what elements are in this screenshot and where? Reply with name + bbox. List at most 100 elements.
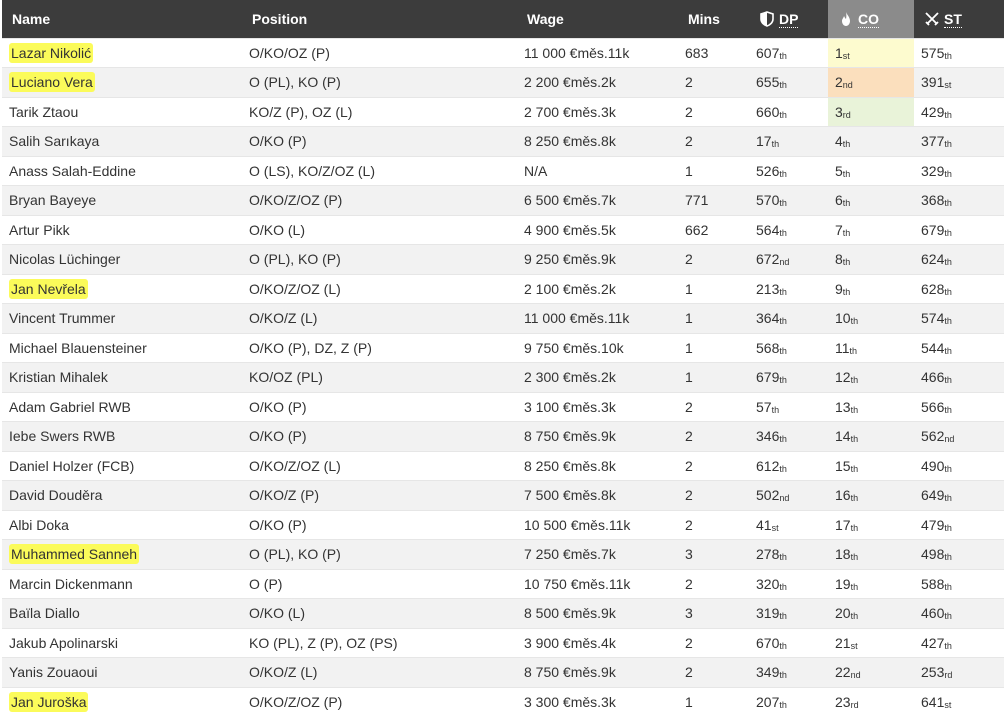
table-row[interactable]: Tarik Ztaou KO/Z (P), OZ (L) 2 700 €měs.3k… [2,96,1004,127]
cell-name[interactable]: Kristian Mihalek [2,362,242,392]
col-header-st[interactable]: ST [914,0,1004,38]
co-rank-suffix: th [850,522,859,533]
cell-name[interactable]: Nicolas Lüchinger [2,244,242,274]
player-name[interactable]: Bryan Bayeye [9,192,96,208]
cell-dp: 526th [749,155,828,186]
player-name[interactable]: Kristian Mihalek [9,369,108,385]
cell-dp: 568th [749,332,828,363]
dp-rank: 364 [756,310,780,327]
cell-name[interactable]: Jan Juroška [2,686,242,717]
table-row[interactable]: David Douděra O/KO/Z (P) 7 500 €měs.8k 2 502… [2,480,1004,510]
player-name[interactable]: Yanis Zouaoui [9,664,97,680]
table-row[interactable]: Nicolas Lüchinger O (PL), KO (P) 9 250 €mě… [2,244,1004,274]
table-row[interactable]: Anass Salah-Eddine O (LS), KO/Z/OZ (L) N/A… [2,155,1004,186]
player-name[interactable]: Nicolas Lüchinger [9,251,120,267]
cell-name[interactable]: Muhammed Sanneh [2,539,242,569]
col-header-name[interactable]: Name [2,0,242,38]
table-row[interactable]: Adam Gabriel RWB O/KO (P) 3 100 €měs.3k 2 57… [2,391,1004,422]
player-name[interactable]: Marcin Dickenmann [9,576,133,592]
player-name[interactable]: Michael Blauensteiner [9,340,147,356]
player-name[interactable]: Jakub Apolinarski [9,635,118,651]
co-rank: 3 [835,103,843,120]
player-name[interactable]: Salih Sarıkaya [9,133,99,149]
cell-name[interactable]: Vincent Trummer [2,303,242,333]
player-name[interactable]: Iebe Swers RWB [9,428,115,444]
player-name[interactable]: Anass Salah-Eddine [9,163,136,179]
cell-name[interactable]: David Douděra [2,480,242,510]
player-name[interactable]: Tarik Ztaou [9,104,78,120]
player-name[interactable]: Artur Pikk [9,222,70,238]
cell-name[interactable]: Yanis Zouaoui [2,657,242,687]
col-header-wage[interactable]: Wage [517,0,678,38]
st-rank-suffix: th [944,257,952,268]
player-name[interactable]: Muhammed Sanneh [9,544,140,565]
co-rank: 2 [835,74,843,91]
dp-rank: 526 [756,162,780,179]
cell-position: O (PL), KO (P) [242,244,517,274]
cell-name[interactable]: Marcin Dickenmann [2,568,242,599]
cell-mins: 2 [678,480,749,510]
table-row[interactable]: Daniel Holzer (FCB) O/KO/Z/OZ (L) 8 250 €m… [2,450,1004,481]
player-name[interactable]: Daniel Holzer (FCB) [9,458,134,474]
cell-name[interactable]: Baïla Diallo [2,598,242,628]
cell-name[interactable]: Artur Pikk [2,214,242,245]
co-rank: 17 [835,516,851,533]
col-header-co[interactable]: CO [828,0,914,38]
table-row[interactable]: Bryan Bayeye O/KO/Z/OZ (P) 6 500 €měs.7k 77… [2,185,1004,215]
cell-name[interactable]: Adam Gabriel RWB [2,391,242,422]
cell-co: 21st [828,627,914,658]
table-row[interactable]: Muhammed Sanneh O (PL), KO (P) 7 250 €měs.… [2,539,1004,569]
table-row[interactable]: Luciano Vera O (PL), KO (P) 2 200 €měs.2k 2… [2,67,1004,97]
player-name[interactable]: Jan Juroška [9,692,89,712]
col-header-dp[interactable]: DP [749,0,828,38]
cell-wage: 8 750 €měs.9k [517,657,678,687]
player-name[interactable]: Baïla Diallo [9,605,80,621]
col-header-mins[interactable]: Mins [678,0,749,38]
table-row[interactable]: Jan Nevřela O/KO/Z/OZ (L) 2 100 €měs.2k 1 21… [2,273,1004,304]
player-name[interactable]: Albi Doka [9,517,69,533]
table-row[interactable]: Iebe Swers RWB O/KO (P) 8 750 €měs.9k 2 346t… [2,421,1004,451]
cell-name[interactable]: Michael Blauensteiner [2,332,242,363]
player-name[interactable]: Adam Gabriel RWB [9,399,131,415]
table-row[interactable]: Lazar Nikolić O/KO/OZ (P) 11 000 €měs.11k 6… [2,37,1004,68]
st-rank: 253 [921,664,945,681]
cell-name[interactable]: Daniel Holzer (FCB) [2,450,242,481]
table-row[interactable]: Salih Sarıkaya O/KO (P) 8 250 €měs.8k 2 17th… [2,126,1004,156]
cell-name[interactable]: Lazar Nikolić [2,37,242,68]
table-row[interactable]: Vincent Trummer O/KO/Z (L) 11 000 €měs.11k… [2,303,1004,333]
table-row[interactable]: Marcin Dickenmann O (P) 10 750 €měs.11k 2 32… [2,568,1004,599]
st-rank: 562 [921,428,945,445]
player-name[interactable]: David Douděra [9,487,102,503]
player-name[interactable]: Lazar Nikolić [9,42,94,63]
col-header-position[interactable]: Position [242,0,517,38]
player-name[interactable]: Vincent Trummer [9,310,115,326]
cell-name[interactable]: Iebe Swers RWB [2,421,242,451]
table-row[interactable]: Michael Blauensteiner O/KO (P), DZ, Z (P)… [2,332,1004,363]
cell-position: O (PL), KO (P) [242,539,517,569]
cell-name[interactable]: Anass Salah-Eddine [2,155,242,186]
cell-name[interactable]: Tarik Ztaou [2,96,242,127]
st-rank-suffix: th [944,640,952,651]
table-row[interactable]: Yanis Zouaoui O/KO/Z (L) 8 750 €měs.9k 2 349… [2,657,1004,687]
players-table: Name Position Wage Mins DP CO ST Lazar N… [2,0,1004,717]
table-row[interactable]: Jan Juroška O/KO/Z/OZ (P) 3 300 €měs.3k 1 20… [2,686,1004,717]
cell-name[interactable]: Luciano Vera [2,67,242,97]
cell-name[interactable]: Albi Doka [2,509,242,540]
st-rank: 427 [921,634,945,651]
player-name[interactable]: Jan Nevřela [9,278,88,299]
table-row[interactable]: Artur Pikk O/KO (L) 4 900 €měs.5k 662 564th 7… [2,214,1004,245]
dp-rank: 570 [756,192,780,209]
cell-mins: 1 [678,686,749,717]
cell-name[interactable]: Bryan Bayeye [2,185,242,215]
table-row[interactable]: Albi Doka O/KO (P) 10 500 €měs.11k 2 41st 17t… [2,509,1004,540]
cell-position: O/KO (P) [242,509,517,540]
table-row[interactable]: Baïla Diallo O/KO (L) 8 500 €měs.9k 3 319th 2… [2,598,1004,628]
table-row[interactable]: Jakub Apolinarski KO (PL), Z (P), OZ (PS)… [2,627,1004,658]
table-row[interactable]: Kristian Mihalek KO/OZ (PL) 2 300 €měs.2k 1… [2,362,1004,392]
cell-name[interactable]: Jan Nevřela [2,273,242,304]
cell-name[interactable]: Jakub Apolinarski [2,627,242,658]
flame-icon [842,11,850,26]
cell-name[interactable]: Salih Sarıkaya [2,126,242,156]
cell-wage: 11 000 €měs.11k [517,37,678,68]
player-name[interactable]: Luciano Vera [9,72,95,93]
